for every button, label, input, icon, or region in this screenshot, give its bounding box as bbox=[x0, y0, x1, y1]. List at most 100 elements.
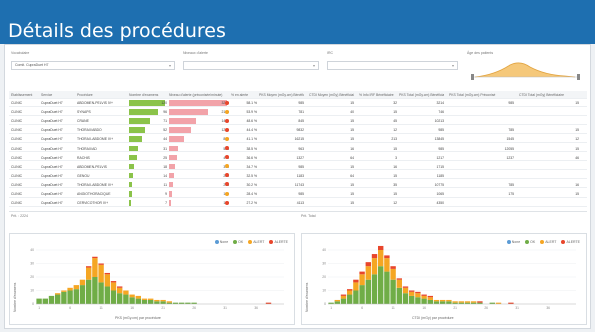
bar-alerte-6 bbox=[359, 271, 365, 275]
column-header[interactable]: Service bbox=[41, 93, 75, 97]
app-header: Détails des procédures bbox=[0, 0, 595, 44]
column-header[interactable]: CTDI Moyen (mGy) Bénéficiaire bbox=[309, 93, 354, 97]
table-row[interactable]: CLINICCupraDuet H7THORAX-ABDOME IV+44840… bbox=[9, 135, 587, 143]
table-cell: CLINIC bbox=[11, 128, 23, 133]
age-distribution-chart[interactable] bbox=[465, 55, 587, 81]
table-cell: CupraDuet H7 bbox=[41, 182, 63, 187]
table-row[interactable]: CLINICCupraDuet H7CRANE71148548.6 %84515… bbox=[9, 117, 587, 125]
table-row[interactable]: CLINICCupraDuet H7THORAX/ABDO52121044.4 … bbox=[9, 126, 587, 134]
alert-level-bar bbox=[169, 154, 177, 161]
bar-alerte-15 bbox=[415, 291, 421, 294]
alert-status-dot bbox=[225, 136, 229, 141]
y-tick-label: 0 bbox=[324, 302, 326, 306]
table-cell: CLINIC bbox=[11, 155, 23, 160]
x-tick-label: 26 bbox=[484, 306, 488, 310]
column-header[interactable]: Établissement bbox=[11, 93, 39, 97]
filter-niveaux-select[interactable]: ▾ bbox=[183, 61, 319, 70]
column-header[interactable]: CTDI Total (mGy) Bénéficiaire bbox=[519, 93, 579, 97]
bar-alert-21 bbox=[452, 301, 458, 303]
table-footer: Prit. : 2224 Prit. Total bbox=[9, 211, 587, 219]
filter-vocabulaire-select[interactable]: Comit. CupraDuet H7 ▾ bbox=[11, 61, 175, 70]
table-cell: 38.5 % bbox=[246, 146, 257, 151]
table-cell: 15 bbox=[575, 101, 579, 105]
bar-alert-2 bbox=[334, 299, 340, 302]
table-cell: 35 bbox=[393, 182, 397, 187]
exam-count-bar bbox=[129, 191, 132, 197]
table-cell: 7 bbox=[165, 201, 167, 206]
table-cell: CLINIC bbox=[11, 101, 23, 105]
x-tick-label: 31 bbox=[223, 306, 227, 310]
table-cell: 15 bbox=[393, 173, 397, 178]
x-tick-label: 1 bbox=[38, 306, 40, 310]
x-tick-label: 31 bbox=[515, 306, 519, 310]
exam-count-bar bbox=[129, 181, 133, 188]
table-cell: 15 bbox=[350, 128, 354, 133]
column-header[interactable]: Nombre d'examens bbox=[129, 93, 167, 97]
table-row[interactable]: CLINIC CupraDuet H7 ABDOMEN-PELVIS IV+ 120 3… bbox=[9, 99, 587, 107]
alert-level-bar bbox=[169, 145, 179, 152]
bar-alert-12 bbox=[396, 279, 402, 288]
bar-alert-18 bbox=[141, 298, 148, 300]
table-cell: CLINIC bbox=[11, 192, 23, 196]
table-row[interactable]: CLINICCupraDuet H7THORAX-ABDOME IV+11215… bbox=[9, 181, 587, 189]
table-row[interactable]: CLINICCupraDuet H7ABDOMEN-PELVIS1831034.… bbox=[9, 163, 587, 171]
bar-ok-4 bbox=[55, 294, 61, 304]
y-tick-label: 30 bbox=[30, 262, 34, 266]
table-cell: CLINIC bbox=[11, 182, 23, 187]
table-row[interactable]: CLINICCupraDuet H7CERVICOTHOR IV+714027.… bbox=[9, 199, 587, 207]
range-handle-min[interactable] bbox=[471, 74, 474, 80]
filter-label: Niveaux d'alerte bbox=[183, 51, 208, 55]
filter-label: Vocabulaire bbox=[11, 51, 30, 55]
table-cell: CLINIC bbox=[11, 201, 23, 206]
table-cell: CLINIC bbox=[11, 164, 23, 169]
bar-alert-19 bbox=[148, 298, 154, 300]
table-cell: CupraDuet H7 bbox=[41, 110, 63, 115]
column-header[interactable]: Niveau d'alerte (préconisée/minute) bbox=[169, 93, 229, 97]
table-cell: 25 bbox=[163, 155, 167, 160]
exam-count-bar bbox=[129, 136, 143, 142]
column-header[interactable]: % en alerte bbox=[231, 93, 257, 97]
table-row[interactable]: CLINICCupraDuet H7ANGIOTHORACIQUE918028.… bbox=[9, 190, 587, 198]
y-tick-label: 0 bbox=[32, 302, 34, 306]
bar-alerte-17 bbox=[427, 295, 433, 298]
table-cell: 15 bbox=[393, 110, 397, 115]
table-cell: 213 bbox=[391, 137, 397, 142]
column-header[interactable]: PKS Moyen (mGy.cm) Bénéficiaire bbox=[259, 93, 304, 97]
table-cell: 15 bbox=[575, 128, 579, 133]
alert-status-dot bbox=[225, 127, 229, 132]
range-handle-max[interactable] bbox=[577, 74, 580, 80]
filter-icon[interactable]: ▾ bbox=[169, 63, 171, 68]
table-cell: 32 bbox=[393, 101, 397, 105]
table-cell: 16 bbox=[350, 146, 354, 151]
table-cell: 44.4 % bbox=[246, 128, 257, 133]
x-axis-title: CTDI (mGy) par procédure bbox=[412, 316, 454, 320]
page-title: Détails des procédures bbox=[8, 20, 226, 42]
table-cell: 985 bbox=[298, 101, 304, 105]
x-tick-label: 16 bbox=[422, 306, 426, 310]
table-cell: 46 bbox=[575, 155, 579, 160]
bar-ok-1 bbox=[36, 298, 42, 304]
bar-alerte-4 bbox=[347, 289, 353, 291]
table-row[interactable]: CLINICCupraDuet H7GENOU1426032.5 %118364… bbox=[9, 172, 587, 180]
column-header[interactable]: % Info IRF Bénéficiaire bbox=[359, 93, 397, 97]
x-tick-label: 36 bbox=[254, 306, 258, 310]
bar-ok-7 bbox=[365, 279, 371, 304]
bar-alert-9 bbox=[86, 267, 92, 280]
table-row[interactable]: CLINICCupraDuet H7THORAX/AD3152538.5 %96… bbox=[9, 145, 587, 153]
table-cell: 30.2 % bbox=[246, 182, 257, 187]
bar-ok-13 bbox=[402, 293, 409, 304]
filter-irc-select[interactable]: ▾ bbox=[327, 61, 458, 70]
table-cell: 12 bbox=[393, 128, 397, 133]
table-row[interactable]: CLINICCupraDuet H7SYNAPS96216053.9 %7814… bbox=[9, 108, 587, 116]
column-header[interactable]: PKS Total (mGy.cm) Bénéficiaire bbox=[399, 93, 444, 97]
table-cell: 15 bbox=[575, 192, 579, 196]
column-header[interactable]: PKS Total (mGy.cm) Préconisé bbox=[449, 93, 514, 97]
column-header[interactable]: Procédure bbox=[77, 93, 127, 97]
table-cell: 1065 bbox=[436, 192, 444, 196]
table-cell: 41.1 % bbox=[246, 137, 257, 142]
bar-alert-13 bbox=[110, 282, 117, 291]
table-cell: ABDOMEN-PELVIS bbox=[77, 164, 107, 169]
bar-alert-15 bbox=[415, 293, 421, 298]
table-row[interactable]: CLINICCupraDuet H7RACHIS2544036.6 %13276… bbox=[9, 154, 587, 162]
y-tick-label: 20 bbox=[322, 275, 326, 279]
